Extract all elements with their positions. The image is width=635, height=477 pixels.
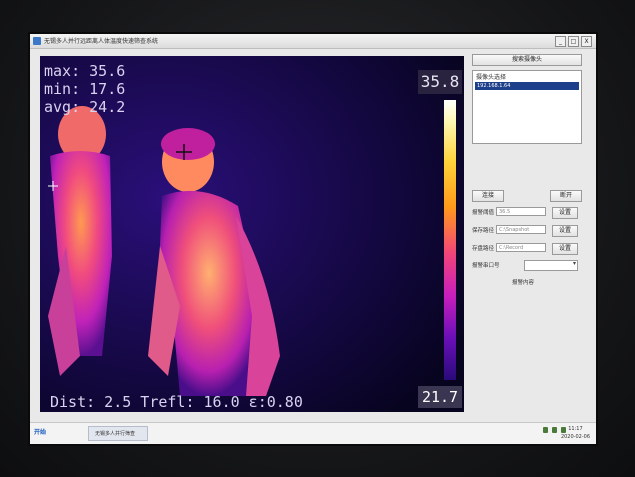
alarm-threshold-label: 报警阈值	[472, 210, 495, 216]
app-icon	[33, 37, 41, 45]
taskbar-app-item[interactable]: 无锡多人并行筛查	[88, 426, 148, 441]
connect-button[interactable]: 连接	[472, 190, 504, 202]
avg-temp-readout: avg: 24.2	[44, 98, 126, 116]
thermal-view: max: 35.6 min: 17.6 avg: 24.2 35.8 21.7 …	[40, 56, 464, 412]
volume-icon[interactable]	[552, 427, 557, 433]
title-bar: 无锡多人并行远距离人体温度快速筛查系统 _ □ X	[30, 34, 596, 49]
minimize-button[interactable]: _	[555, 36, 566, 47]
set-save-path-button[interactable]: 设置	[552, 225, 578, 237]
clock-time: 11:17	[568, 426, 583, 432]
disconnect-button[interactable]: 断开	[550, 190, 582, 202]
alarm-content-label: 报警内容	[512, 280, 535, 286]
control-panel: 搜索摄像头 摄像头选择 192.168.1.64 连接 断开 报警阈值 36.5…	[470, 54, 590, 414]
window-controls: _ □ X	[555, 36, 592, 47]
scale-max-value: 35.8	[418, 70, 462, 94]
close-button[interactable]: X	[581, 36, 592, 47]
camera-list-item-selected[interactable]: 192.168.1.64	[475, 82, 579, 90]
maximize-button[interactable]: □	[568, 36, 579, 47]
scale-min-value: 21.7	[418, 386, 462, 408]
taskbar: 开始 无锡多人并行筛查 11:17 2020-02-06	[30, 422, 596, 444]
network-icon[interactable]	[543, 427, 548, 433]
max-temp-readout: max: 35.6	[44, 62, 126, 80]
alarm-port-label: 报警串口号	[472, 263, 500, 269]
clock[interactable]: 11:17 2020-02-06	[561, 425, 590, 441]
set-record-path-button[interactable]: 设置	[552, 243, 578, 255]
window-title: 无锡多人并行远距离人体温度快速筛查系统	[44, 38, 159, 45]
camera-list[interactable]: 摄像头选择 192.168.1.64	[472, 70, 582, 144]
record-path-label: 存盘路径	[472, 246, 495, 252]
start-button[interactable]: 开始	[34, 427, 46, 436]
record-path-input[interactable]: C:\Record	[496, 243, 546, 252]
search-camera-button[interactable]: 搜索摄像头	[472, 54, 582, 66]
camera-list-label: 摄像头选择	[476, 74, 507, 81]
alarm-port-select[interactable]	[524, 260, 578, 271]
camera-status-line: Dist: 2.5 Trefl: 16.0 ε:0.80	[50, 393, 303, 411]
save-path-input[interactable]: C:\Snapshot	[496, 225, 546, 234]
temperature-color-scale	[444, 100, 456, 380]
min-temp-readout: min: 17.6	[44, 80, 126, 98]
alarm-threshold-input[interactable]: 36.5	[496, 207, 546, 216]
clock-date: 2020-02-06	[560, 434, 590, 440]
screen: 无锡多人并行远距离人体温度快速筛查系统 _ □ X max: 35.6 min:…	[30, 34, 596, 444]
save-path-label: 保存路径	[472, 228, 495, 234]
set-threshold-button[interactable]: 设置	[552, 207, 578, 219]
